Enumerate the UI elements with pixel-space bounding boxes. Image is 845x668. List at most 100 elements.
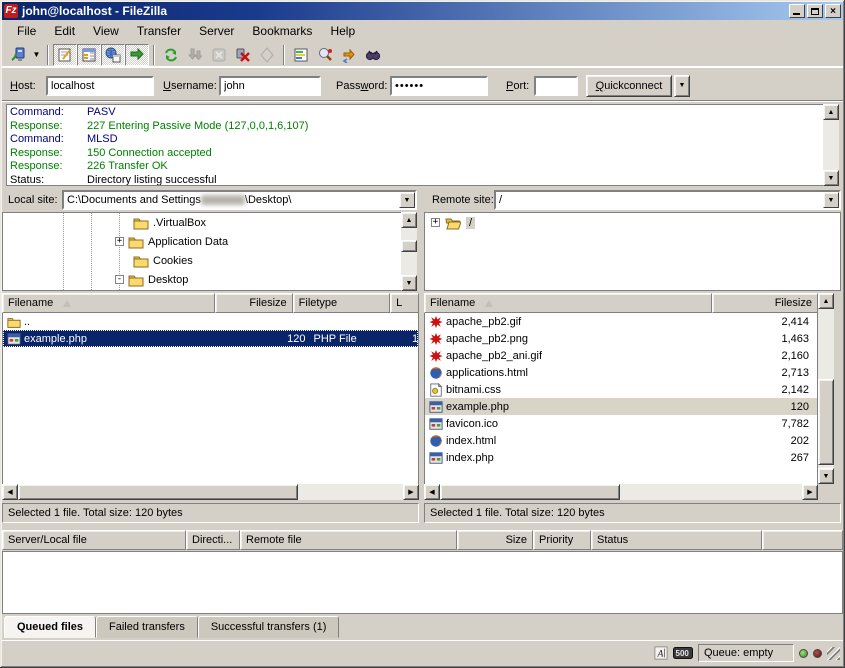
site-manager-dropdown[interactable]: ▼ bbox=[30, 44, 43, 66]
quickconnect-button[interactable]: Quickconnect bbox=[586, 75, 672, 97]
expand-plus-icon[interactable]: + bbox=[431, 218, 440, 227]
column-header-filesize[interactable]: Filesize bbox=[215, 293, 293, 313]
list-item[interactable]: index.php 267 bbox=[425, 449, 817, 466]
list-item[interactable]: applications.html 2,713 bbox=[425, 364, 817, 381]
scrollbar-thumb[interactable] bbox=[18, 484, 298, 500]
column-header-filename[interactable]: Filename bbox=[424, 293, 712, 313]
log-scrollbar[interactable]: ▲ ▼ bbox=[823, 104, 839, 186]
menu-bookmarks[interactable]: Bookmarks bbox=[243, 22, 321, 40]
scroll-right-icon[interactable]: ▶ bbox=[802, 484, 818, 500]
data-type-icon[interactable]: A bbox=[654, 646, 668, 660]
list-item[interactable]: favicon.ico 7,782 bbox=[425, 415, 817, 432]
title-bar[interactable]: Fz john@localhost - FileZilla × bbox=[2, 2, 843, 20]
remote-list-hscrollbar[interactable]: ◀ ▶ bbox=[424, 484, 818, 500]
speed-limit-icon[interactable]: 500 bbox=[673, 647, 693, 659]
local-list-hscrollbar[interactable]: ◀ ▶ bbox=[2, 484, 419, 500]
scrollbar-thumb[interactable] bbox=[440, 484, 620, 500]
menu-server[interactable]: Server bbox=[190, 22, 243, 40]
list-item-example-php[interactable]: example.php 120 PHP File 1 bbox=[3, 330, 418, 347]
reconnect-button[interactable] bbox=[255, 44, 279, 66]
column-header-direction[interactable]: Directi... bbox=[186, 530, 240, 550]
menu-view[interactable]: View bbox=[84, 22, 128, 40]
tree-item-virtualbox[interactable]: .VirtualBox bbox=[3, 213, 401, 232]
menu-transfer[interactable]: Transfer bbox=[128, 22, 190, 40]
local-path-suffix: \Desktop\ bbox=[245, 194, 291, 206]
list-item[interactable]: bitnami.css 2,142 bbox=[425, 381, 817, 398]
led-green-icon bbox=[799, 649, 808, 658]
list-item-parent-dir[interactable]: .. bbox=[3, 313, 418, 330]
tree-item-application-data[interactable]: + Application Data bbox=[3, 232, 401, 251]
list-item[interactable]: apache_pb2.png 1,463 bbox=[425, 330, 817, 347]
remote-list-vscrollbar[interactable]: ▲ ▼ bbox=[818, 293, 834, 484]
scroll-up-icon[interactable]: ▲ bbox=[823, 104, 839, 120]
queue-body[interactable] bbox=[2, 551, 843, 614]
column-header-server-local-file[interactable]: Server/Local file bbox=[2, 530, 186, 550]
password-input[interactable] bbox=[390, 76, 488, 96]
local-site-combo[interactable]: C:\Documents and Settings\Desktop\ ▼ bbox=[62, 190, 417, 210]
tree-item-label: / bbox=[466, 217, 475, 229]
disconnect-button[interactable] bbox=[231, 44, 255, 66]
toggle-message-log-button[interactable] bbox=[53, 44, 77, 66]
scroll-left-icon[interactable]: ◀ bbox=[424, 484, 440, 500]
file-name: applications.html bbox=[446, 367, 528, 379]
scroll-up-icon[interactable]: ▲ bbox=[401, 212, 417, 228]
resize-grip[interactable] bbox=[827, 647, 840, 660]
menu-file[interactable]: File bbox=[8, 22, 45, 40]
port-input[interactable] bbox=[534, 76, 578, 96]
local-status-text: Selected 1 file. Total size: 120 bytes bbox=[2, 503, 419, 523]
column-header-last-modified[interactable]: L bbox=[390, 293, 419, 313]
refresh-button[interactable] bbox=[159, 44, 183, 66]
tab-queued-files[interactable]: Queued files bbox=[4, 616, 96, 638]
remote-site-combo-dropdown[interactable]: ▼ bbox=[823, 192, 839, 208]
list-item-selected[interactable]: example.php 120 bbox=[425, 398, 817, 415]
site-manager-button[interactable] bbox=[6, 44, 30, 66]
menu-edit[interactable]: Edit bbox=[45, 22, 84, 40]
column-header-filename[interactable]: Filename bbox=[2, 293, 215, 313]
scrollbar-thumb[interactable] bbox=[401, 240, 417, 252]
local-site-combo-dropdown[interactable]: ▼ bbox=[399, 192, 415, 208]
minimize-button[interactable] bbox=[789, 4, 805, 18]
scroll-right-icon[interactable]: ▶ bbox=[403, 484, 419, 500]
scroll-left-icon[interactable]: ◀ bbox=[2, 484, 18, 500]
quickconnect-dropdown[interactable]: ▼ bbox=[674, 75, 690, 97]
close-button[interactable]: × bbox=[825, 4, 841, 18]
toggle-remote-tree-button[interactable] bbox=[101, 44, 125, 66]
expand-plus-icon[interactable]: + bbox=[115, 237, 124, 246]
scroll-down-icon[interactable]: ▼ bbox=[401, 275, 417, 291]
maximize-button[interactable] bbox=[807, 4, 823, 18]
synchronized-browsing-button[interactable] bbox=[337, 44, 361, 66]
find-files-button[interactable] bbox=[361, 44, 385, 66]
local-tree-scrollbar[interactable]: ▲ ▼ bbox=[401, 212, 417, 291]
column-header-size[interactable]: Size bbox=[457, 530, 533, 550]
tab-failed-transfers[interactable]: Failed transfers bbox=[96, 616, 198, 638]
list-item[interactable]: apache_pb2.gif 2,414 bbox=[425, 313, 817, 330]
directory-comparison-button[interactable] bbox=[313, 44, 337, 66]
column-header-remote-file[interactable]: Remote file bbox=[240, 530, 457, 550]
log-line-label: Response: bbox=[7, 147, 87, 161]
scroll-up-icon[interactable]: ▲ bbox=[818, 293, 834, 309]
tree-item-cookies[interactable]: Cookies bbox=[3, 251, 401, 270]
remote-site-combo[interactable]: / ▼ bbox=[494, 190, 841, 210]
menu-help[interactable]: Help bbox=[321, 22, 364, 40]
tree-item-root[interactable]: + / bbox=[425, 213, 840, 232]
scrollbar-thumb[interactable] bbox=[818, 379, 834, 465]
host-input[interactable] bbox=[46, 76, 154, 96]
list-item[interactable]: index.html 202 bbox=[425, 432, 817, 449]
process-queue-button[interactable] bbox=[183, 44, 207, 66]
collapse-minus-icon[interactable]: - bbox=[115, 275, 124, 284]
refresh-icon bbox=[163, 47, 179, 63]
scroll-down-icon[interactable]: ▼ bbox=[818, 468, 834, 484]
column-header-status[interactable]: Status bbox=[591, 530, 762, 550]
cancel-operation-button[interactable] bbox=[207, 44, 231, 66]
list-item[interactable]: apache_pb2_ani.gif 2,160 bbox=[425, 347, 817, 364]
column-header-filetype[interactable]: Filetype bbox=[293, 293, 390, 313]
column-header-filesize[interactable]: Filesize bbox=[712, 293, 818, 313]
column-header-priority[interactable]: Priority bbox=[533, 530, 591, 550]
toggle-transfer-queue-button[interactable] bbox=[125, 44, 149, 66]
tab-successful-transfers[interactable]: Successful transfers (1) bbox=[198, 616, 340, 638]
tree-item-desktop[interactable]: - Desktop bbox=[3, 270, 401, 289]
directory-listing-filters-button[interactable] bbox=[289, 44, 313, 66]
username-input[interactable] bbox=[219, 76, 321, 96]
scroll-down-icon[interactable]: ▼ bbox=[823, 170, 839, 186]
toggle-local-tree-button[interactable] bbox=[77, 44, 101, 66]
